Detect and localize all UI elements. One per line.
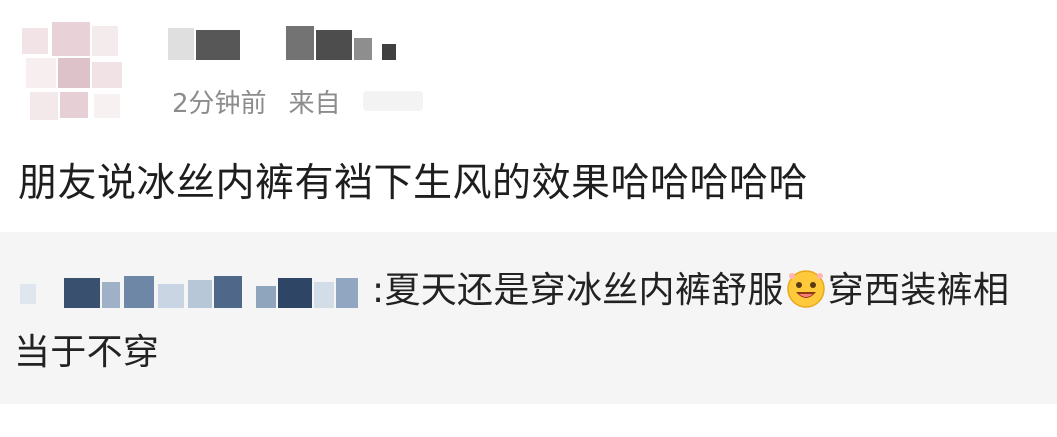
post-header: 2分钟前 来自 bbox=[0, 0, 1057, 135]
post-content: 朋友说冰丝内裤有裆下生风的效果哈哈哈哈哈 bbox=[18, 161, 809, 206]
username-obscured[interactable] bbox=[168, 24, 408, 68]
comment-text: :夏天还是穿冰丝内裤舒服 穿西装裤相当于不穿 bbox=[14, 260, 1024, 384]
commenter-name-obscured[interactable] bbox=[14, 274, 366, 310]
comment-text-part1: 夏天还是穿冰丝内裤舒服 bbox=[384, 270, 784, 311]
bottom-area bbox=[0, 404, 1057, 437]
comment-box[interactable]: :夏天还是穿冰丝内裤舒服 穿西装裤相当于不穿 bbox=[0, 232, 1057, 404]
post-source-obscured bbox=[362, 91, 423, 111]
grinning-face-emoji-icon bbox=[784, 266, 828, 310]
avatar[interactable] bbox=[22, 22, 130, 122]
post-time: 2分钟前 bbox=[172, 88, 267, 119]
post-meta: 2分钟前 来自 bbox=[172, 83, 423, 119]
comment-separator: : bbox=[372, 270, 385, 311]
post-source-label: 来自 bbox=[288, 88, 341, 119]
